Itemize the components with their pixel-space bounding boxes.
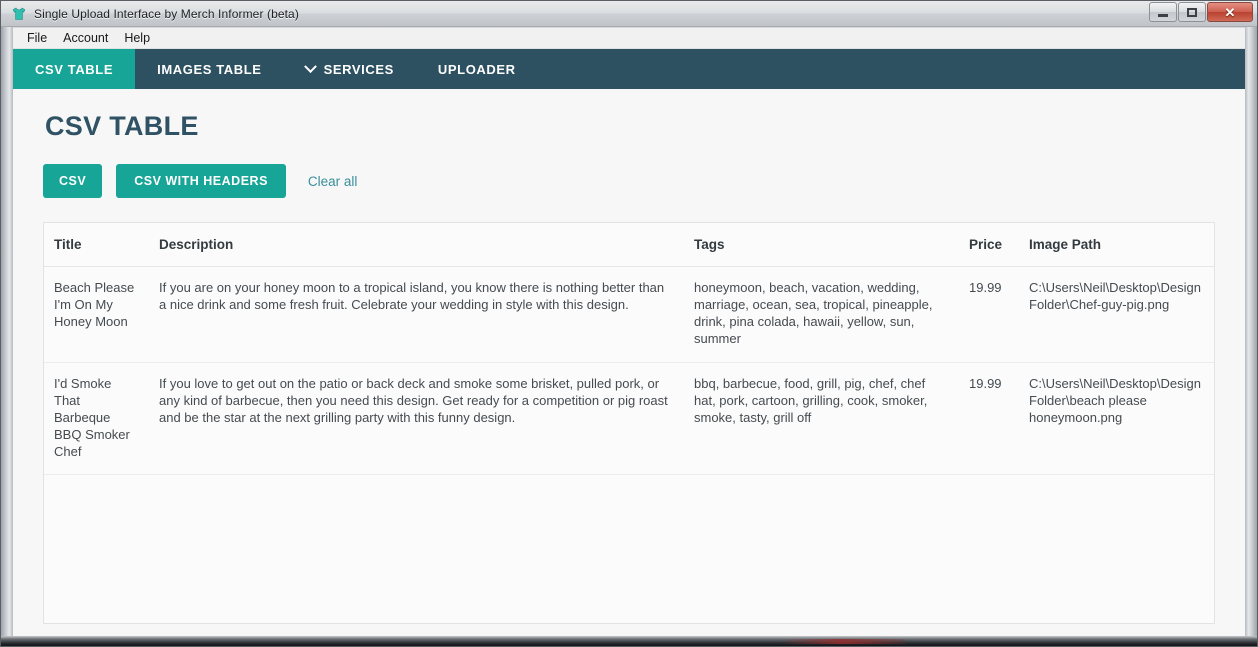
column-header-tags: Tags [684,223,959,267]
close-icon: ✕ [1224,4,1236,20]
cell-title: Beach Please I'm On My Honey Moon [44,266,149,363]
tab-services-label: SERVICES [323,61,394,77]
cell-tags: honeymoon, beach, vacation, wedding, mar… [684,266,959,363]
window-frame-right [1245,27,1257,638]
column-header-title: Title [44,223,149,267]
column-header-price: Price [959,223,1019,267]
tab-services[interactable]: SERVICES [284,49,416,89]
menu-bar: File Account Help [13,28,1245,49]
menu-item-help[interactable]: Help [116,29,158,47]
tab-csv-table[interactable]: CSV TABLE [13,49,136,89]
tab-uploader[interactable]: UPLOADER [416,49,538,89]
menu-item-file[interactable]: File [19,29,55,47]
menu-item-account[interactable]: Account [55,29,116,47]
cell-image-path: C:\Users\Neil\Desktop\Design Folder\Chef… [1019,266,1214,363]
clear-all-link[interactable]: Clear all [308,174,358,189]
cell-image-path: C:\Users\Neil\Desktop\Design Folder\beac… [1019,362,1214,476]
csv-table-panel: Title Description Tags Price Image Path … [43,222,1215,624]
column-header-image-path: Image Path [1019,223,1214,267]
chevron-down-icon [303,59,317,73]
window-controls: ✕ [1149,2,1253,22]
tab-images-table[interactable]: IMAGES TABLE [135,49,283,89]
application-window: Single Upload Interface by Merch Informe… [0,0,1258,647]
cell-description: If you are on your honey moon to a tropi… [149,266,684,363]
minimize-button[interactable] [1149,2,1177,22]
maximize-icon [1187,7,1197,17]
cell-tags: bbq, barbecue, food, grill, pig, chef, c… [684,362,959,476]
action-toolbar: CSV CSV WITH HEADERS Clear all [43,164,1215,198]
csv-button[interactable]: CSV [43,164,103,198]
window-frame-bottom [1,636,1257,646]
title-bar: Single Upload Interface by Merch Informe… [1,1,1257,27]
table-row[interactable]: I'd Smoke That Barbeque BBQ Smoker Chef … [44,362,1214,476]
cell-description: If you love to get out on the patio or b… [149,362,684,476]
app-body: CSV TABLE IMAGES TABLE SERVICES UPLOADER… [13,49,1245,636]
window-frame-left [1,27,13,638]
table-row[interactable]: Beach Please I'm On My Honey Moon If you… [44,266,1214,363]
column-header-description: Description [149,223,684,267]
tab-uploader-label: UPLOADER [437,61,516,77]
minimize-icon [1158,13,1168,17]
cell-price: 19.99 [959,362,1019,476]
main-navigation: CSV TABLE IMAGES TABLE SERVICES UPLOADER [13,49,1245,89]
tab-csv-table-label: CSV TABLE [35,61,114,77]
tshirt-icon [11,6,27,22]
table-head: Title Description Tags Price Image Path [44,223,1214,267]
table-header-row: Title Description Tags Price Image Path [44,223,1214,267]
cell-price: 19.99 [959,266,1019,363]
table-body: Beach Please I'm On My Honey Moon If you… [44,266,1214,476]
cell-title: I'd Smoke That Barbeque BBQ Smoker Chef [44,362,149,476]
csv-with-headers-button[interactable]: CSV WITH HEADERS [116,164,286,198]
tab-images-table-label: IMAGES TABLE [157,61,262,77]
maximize-button[interactable] [1178,2,1206,22]
page-content: CSV TABLE CSV CSV WITH HEADERS Clear all… [13,89,1245,636]
close-button[interactable]: ✕ [1207,2,1253,22]
window-title: Single Upload Interface by Merch Informe… [34,6,299,21]
csv-table: Title Description Tags Price Image Path … [44,223,1214,476]
page-title: CSV TABLE [45,111,199,141]
